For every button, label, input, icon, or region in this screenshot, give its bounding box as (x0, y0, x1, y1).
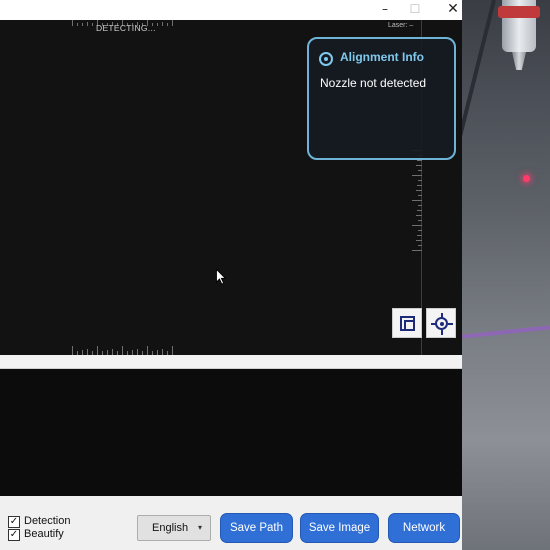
ruler-tick (417, 235, 422, 236)
ruler-tick (418, 170, 422, 171)
ruler-tick (87, 22, 88, 26)
ruler-tick (418, 195, 422, 196)
maximize-button[interactable]: ☐ (402, 0, 428, 20)
ruler-tick (416, 215, 422, 216)
save-path-button[interactable]: Save Path (220, 513, 293, 543)
close-button[interactable]: ✕ (440, 0, 466, 20)
ruler-tick (412, 175, 422, 176)
ruler-tick (418, 180, 422, 181)
ruler-tick (417, 160, 422, 161)
ruler-tick (416, 240, 422, 241)
minimize-button[interactable]: – (372, 0, 398, 20)
nozzle-cable (462, 0, 496, 147)
log-panel[interactable] (0, 369, 462, 496)
target-circle-icon (319, 52, 333, 66)
beautify-checkbox[interactable]: ✓ (8, 529, 20, 541)
ruler-tick (77, 23, 78, 26)
ruler-tick (97, 346, 98, 355)
frame-view-button[interactable] (392, 308, 422, 338)
laser-nozzle-ring (498, 6, 540, 18)
language-select[interactable]: English ▾ (137, 515, 211, 541)
crosshair-tick-right (448, 323, 453, 325)
title-bar: – ☐ ✕ (0, 0, 462, 20)
ruler-tick (418, 220, 422, 221)
laser-dot (523, 175, 530, 182)
mouse-cursor-icon (216, 269, 226, 285)
crosshair-tick-left (431, 323, 436, 325)
save-image-button[interactable]: Save Image (300, 513, 379, 543)
ruler-tick (418, 205, 422, 206)
camera-view[interactable]: DETECTING... Laser: – Alignment Info Noz… (0, 20, 462, 355)
ruler-tick (412, 250, 422, 251)
ruler-tick (147, 346, 148, 355)
frame-icon (400, 316, 415, 331)
language-value: English (152, 522, 189, 534)
laser-nozzle-tip (512, 52, 526, 70)
bottom-ruler (72, 345, 176, 355)
desktop-screen: – ☐ ✕ DETECTING... Laser: – Alignment In… (0, 0, 550, 550)
center-target-button[interactable] (426, 308, 456, 338)
ruler-tick (92, 23, 93, 26)
ruler-tick (418, 230, 422, 231)
workbench-edge (462, 325, 550, 339)
ruler-tick (157, 23, 158, 26)
crosshair-target-icon (435, 317, 448, 330)
chevron-down-icon: ▾ (198, 523, 203, 532)
ruler-tick (172, 20, 173, 26)
ruler-tick (162, 22, 163, 26)
ruler-tick (72, 20, 73, 26)
network-button[interactable]: Network (388, 513, 460, 543)
right-ruler (410, 150, 422, 251)
bottom-toolbar: ✓ Detection ✓ Beautify English ▾ Save Pa… (0, 496, 462, 550)
detection-checkbox[interactable]: ✓ (8, 516, 20, 528)
ruler-tick (82, 23, 83, 26)
ruler-tick (412, 225, 422, 226)
detection-status-text: DETECTING... (96, 23, 156, 33)
ruler-tick (122, 346, 123, 355)
ruler-tick (416, 190, 422, 191)
ruler-tick (418, 245, 422, 246)
beautify-label: Beautify (24, 528, 64, 540)
detection-label: Detection (24, 515, 71, 527)
alignment-info-panel: Alignment Info Nozzle not detected (307, 37, 456, 160)
app-window: – ☐ ✕ DETECTING... Laser: – Alignment In… (0, 0, 462, 550)
view-separator (0, 355, 462, 369)
ruler-tick (72, 346, 73, 355)
crosshair-tick-bottom (441, 330, 443, 335)
ruler-tick (412, 200, 422, 201)
laser-readout: Laser: – (388, 22, 414, 29)
ruler-tick (416, 165, 422, 166)
ruler-tick (172, 346, 173, 355)
background-camera-photo (462, 0, 550, 550)
ruler-tick (417, 185, 422, 186)
alignment-info-title: Alignment Info (340, 50, 424, 64)
crosshair-tick-top (441, 313, 443, 318)
ruler-tick (167, 23, 168, 26)
alignment-status-text: Nozzle not detected (320, 76, 427, 90)
ruler-tick (417, 210, 422, 211)
